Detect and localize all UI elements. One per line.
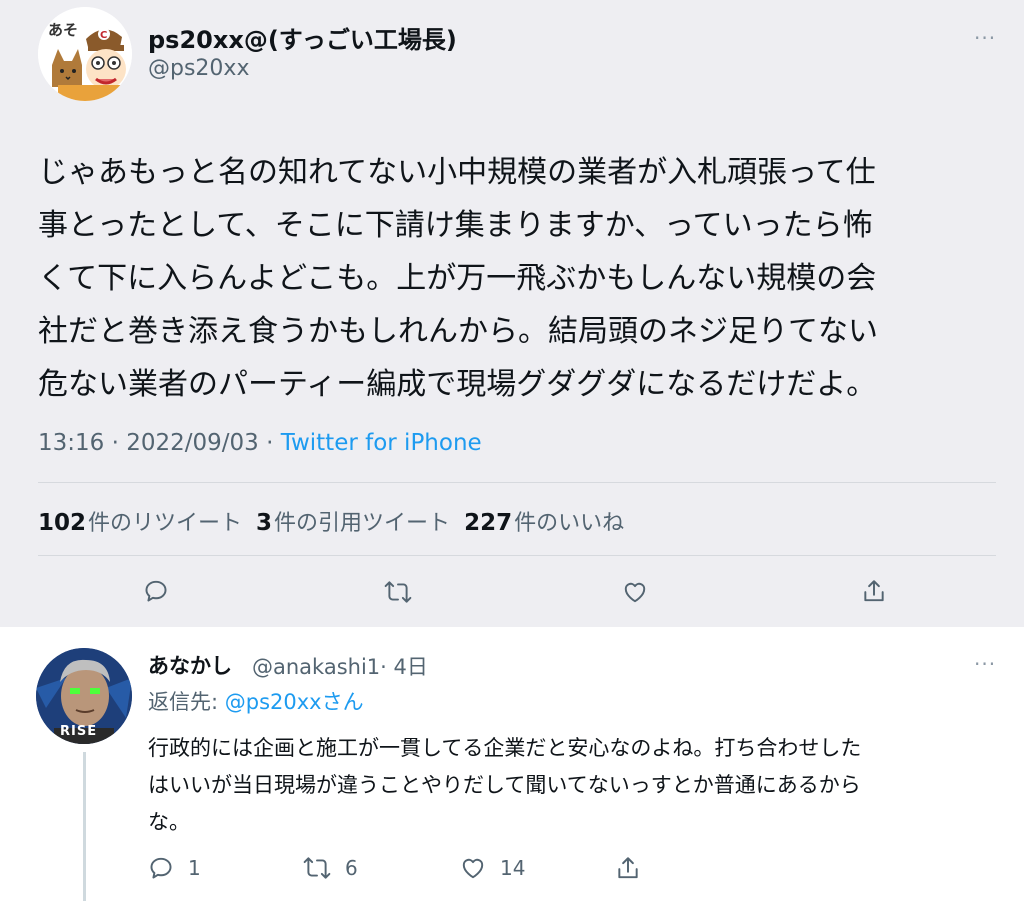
more-options-icon[interactable]: ··· bbox=[974, 26, 996, 50]
reply-button[interactable]: 1 bbox=[148, 855, 201, 881]
reply-to-prefix: 返信先: bbox=[148, 690, 225, 714]
avatar-lettering: RISE bbox=[60, 724, 98, 739]
main-tweet: C あそ ps20xx@(すっごい工場長) @ps20xx ··· じゃあもっと… bbox=[0, 0, 1024, 627]
heart-icon bbox=[462, 858, 484, 879]
reply-icon bbox=[150, 857, 172, 879]
source-link[interactable]: Twitter for iPhone bbox=[281, 430, 482, 456]
retweet-count: 6 bbox=[345, 856, 358, 880]
share-icon bbox=[618, 857, 638, 879]
handle[interactable]: @ps20xx bbox=[148, 56, 249, 81]
display-name[interactable]: ps20xx@(すっごい工場長) bbox=[148, 20, 457, 55]
reply-to-mention[interactable]: @ps20xx bbox=[225, 690, 322, 714]
reply-count: 1 bbox=[188, 856, 201, 880]
heart-icon bbox=[624, 582, 646, 603]
divider bbox=[38, 482, 996, 483]
likes-count: 227 bbox=[464, 510, 513, 536]
like-count: 14 bbox=[500, 856, 526, 880]
timestamp[interactable]: 13:16 · 2022/09/03 · bbox=[38, 430, 281, 456]
likes-stat[interactable]: 227件のいいね bbox=[464, 510, 625, 536]
quotes-label: 件の引用ツイート bbox=[274, 511, 451, 536]
retweet-icon bbox=[384, 581, 412, 603]
tweet-text-line: じゃあもっと名の知れてない小中規模の業者が入札頑張って仕 bbox=[38, 155, 876, 190]
thread-line bbox=[83, 752, 86, 901]
tweet-text-line: 社だと巻き添え食うかもしれんから。結局頭のネジ足りてない bbox=[38, 314, 878, 349]
handle-link[interactable]: @anakashi1 bbox=[252, 655, 380, 679]
reply-button[interactable] bbox=[143, 578, 169, 604]
tweet-text: じゃあもっと名の知れてない小中規模の業者が入札頑張って仕 事とったとして、そこに… bbox=[38, 146, 878, 411]
reply-time[interactable]: · 4日 bbox=[380, 655, 428, 679]
avatar-lettering: あそ bbox=[48, 21, 79, 39]
retweet-button[interactable] bbox=[384, 579, 412, 605]
tweet-timestamp: 13:16 · 2022/09/03 · Twitter for iPhone bbox=[38, 430, 482, 456]
retweet-icon bbox=[303, 857, 331, 879]
tweet-text-line: 危ない業者のパーティー編成で現場グダグダになるだけだよ。 bbox=[38, 367, 877, 402]
tweet-stats: 102件のリツイート 3件の引用ツイート 227件のいいね bbox=[38, 505, 624, 537]
retweets-count: 102 bbox=[38, 510, 87, 536]
reply-to: 返信先: @ps20xxさん bbox=[148, 686, 364, 716]
share-button[interactable] bbox=[861, 578, 887, 604]
retweets-stat[interactable]: 102件のリツイート bbox=[38, 510, 243, 536]
tweet-text-line: くて下に入らんよどこも。上が万一飛ぶかもしんない規模の会 bbox=[38, 261, 877, 296]
quotes-stat[interactable]: 3件の引用ツイート bbox=[256, 510, 451, 536]
like-button[interactable] bbox=[622, 579, 648, 605]
reply-text-line: はいいが当日現場が違うことやりだして聞いてないっすとか普通にあるから bbox=[148, 773, 861, 797]
more-options-icon[interactable]: ··· bbox=[974, 652, 996, 676]
avatar[interactable]: RISE bbox=[36, 648, 132, 744]
quotes-count: 3 bbox=[256, 510, 273, 536]
reply-text-line: 行政的には企画と施工が一貫してる企業だと安心なのよね。打ち合わせした bbox=[148, 736, 862, 760]
display-name[interactable]: あなかし bbox=[148, 650, 232, 680]
tweet-text-line: 事とったとして、そこに下請け集まりますか、っていったら怖 bbox=[38, 208, 873, 243]
share-button[interactable] bbox=[615, 855, 641, 881]
likes-label: 件のいいね bbox=[514, 511, 625, 536]
reply-text: 行政的には企画と施工が一貫してる企業だと安心なのよね。打ち合わせした はいいが当… bbox=[148, 730, 861, 841]
avatar[interactable]: C あそ bbox=[38, 7, 132, 101]
handle: @anakashi1· 4日 bbox=[252, 651, 428, 681]
divider bbox=[38, 555, 996, 556]
reply-to-suffix[interactable]: さん bbox=[322, 690, 364, 714]
like-button[interactable]: 14 bbox=[460, 855, 525, 881]
reply-text-line: な。 bbox=[148, 810, 190, 834]
retweet-button[interactable]: 6 bbox=[303, 855, 358, 881]
share-icon bbox=[864, 580, 884, 602]
retweets-label: 件のリツイート bbox=[88, 511, 243, 536]
svg-text:C: C bbox=[100, 30, 107, 41]
reply-icon bbox=[145, 580, 167, 602]
